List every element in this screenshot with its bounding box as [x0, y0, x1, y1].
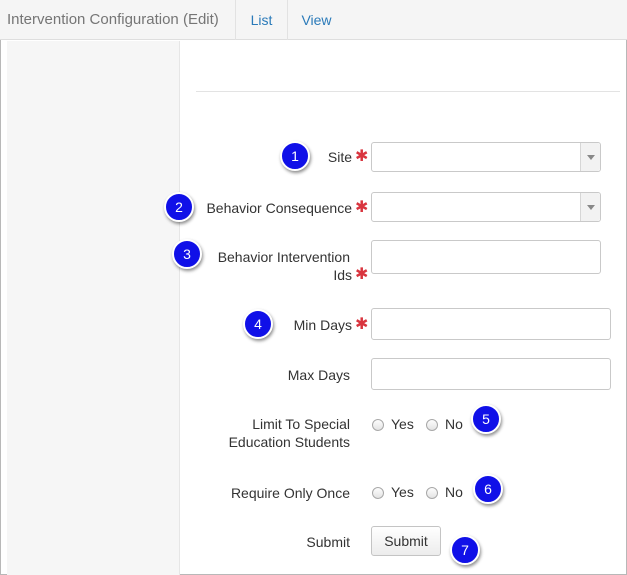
- annotation-marker-2: 2: [164, 192, 194, 222]
- limit-special-ed-yes-radio[interactable]: [372, 419, 384, 431]
- tab-list[interactable]: List: [235, 0, 287, 40]
- min-days-input[interactable]: [371, 308, 611, 340]
- limit-special-ed-yes-label[interactable]: Yes: [391, 416, 414, 432]
- max-days-input[interactable]: [371, 358, 611, 390]
- annotation-marker-1: 1: [280, 141, 310, 171]
- chevron-down-icon: [580, 143, 600, 171]
- require-only-once-label: Require Only Once: [230, 485, 350, 501]
- page-title: Intervention Configuration (Edit): [7, 11, 219, 28]
- submit-label: Submit: [306, 534, 350, 550]
- behavior-intervention-ids-label-line2: Ids: [333, 267, 352, 283]
- require-only-once-no-label[interactable]: No: [445, 484, 463, 500]
- max-days-label: Max Days: [287, 367, 350, 383]
- annotation-marker-5: 5: [471, 404, 501, 434]
- annotation-marker-3: 3: [172, 239, 202, 269]
- annotation-marker-7: 7: [450, 535, 480, 565]
- limit-special-ed-no-radio[interactable]: [426, 419, 438, 431]
- sidebar: [7, 41, 180, 575]
- behavior-intervention-ids-required-icon: ✱: [355, 266, 369, 283]
- tab-view[interactable]: View: [287, 0, 345, 40]
- top-bar: Intervention Configuration (Edit) List V…: [0, 0, 627, 40]
- form-divider: [196, 91, 620, 92]
- min-days-required-icon: ✱: [355, 316, 369, 333]
- site-label: Site: [327, 149, 352, 165]
- chevron-down-icon: [580, 193, 600, 221]
- require-only-once-yes-label[interactable]: Yes: [391, 484, 414, 500]
- limit-special-ed-label-line1: Limit To Special: [252, 416, 350, 432]
- require-only-once-no-radio[interactable]: [426, 487, 438, 499]
- behavior-intervention-ids-label-line1: Behavior Intervention: [217, 249, 350, 265]
- limit-special-ed-no-label[interactable]: No: [445, 416, 463, 432]
- site-required-icon: ✱: [355, 148, 369, 165]
- require-only-once-yes-radio[interactable]: [372, 487, 384, 499]
- annotation-marker-6: 6: [473, 474, 503, 504]
- submit-button[interactable]: Submit: [371, 526, 441, 556]
- site-select[interactable]: [371, 142, 601, 172]
- behavior-consequence-required-icon: ✱: [355, 199, 369, 216]
- behavior-intervention-ids-input[interactable]: [371, 240, 601, 274]
- limit-special-ed-label-line2: Education Students: [228, 434, 350, 450]
- behavior-consequence-label: Behavior Consequence: [206, 200, 352, 216]
- behavior-consequence-select[interactable]: [371, 192, 601, 222]
- annotation-marker-4: 4: [243, 309, 273, 339]
